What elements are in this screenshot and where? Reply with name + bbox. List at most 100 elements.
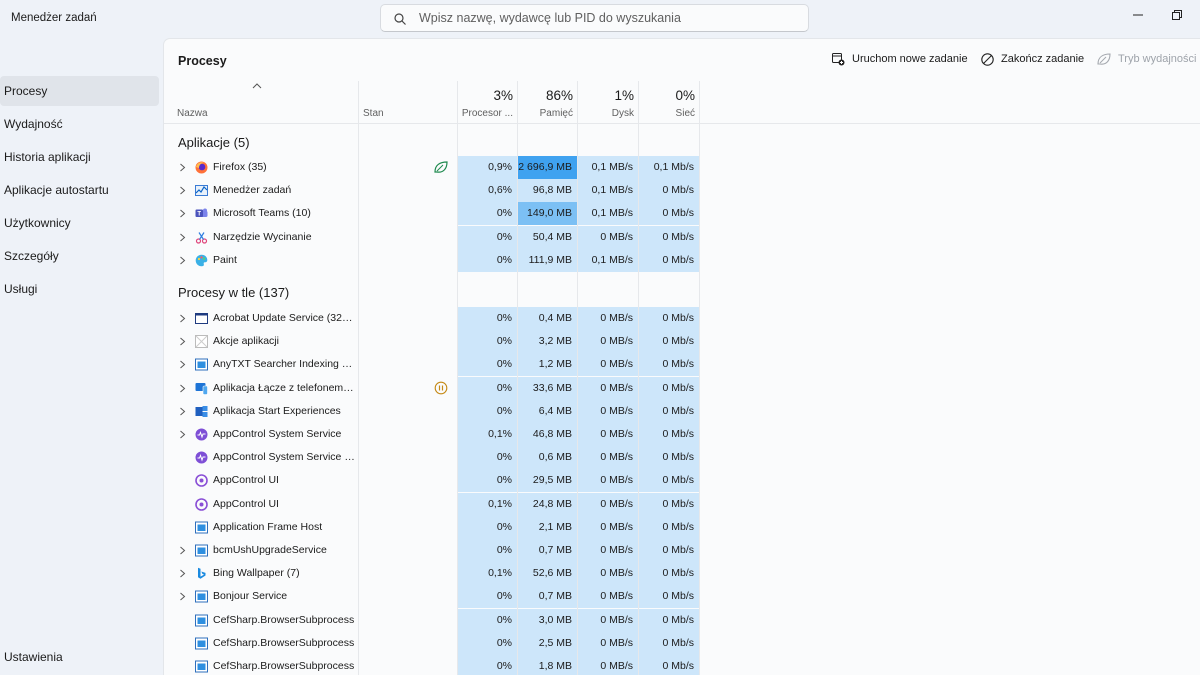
network-cell: 0 Mb/s	[639, 202, 700, 226]
table-row[interactable]: AppControl UI 0% 29,5 MB 0 MB/s 0 Mb/s	[164, 469, 700, 493]
table-row[interactable]: Bonjour Service 0% 0,7 MB 0 MB/s 0 Mb/s	[164, 585, 700, 609]
memory-cell: 111,9 MB	[518, 248, 578, 272]
appcontrol-ui-icon	[195, 497, 208, 511]
network-cell: 0 Mb/s	[639, 179, 700, 203]
disk-cell: 0 MB/s	[578, 423, 639, 446]
chevron-right-icon[interactable]	[179, 337, 186, 346]
table-row[interactable]: Akcje aplikacji 0% 3,2 MB 0 MB/s 0 Mb/s	[164, 330, 700, 354]
chevron-right-icon[interactable]	[179, 233, 186, 242]
table-row[interactable]: Application Frame Host 0% 2,1 MB 0 MB/s 0 Mb…	[164, 515, 700, 539]
sidebar-item-startup-apps[interactable]: Aplikacje autostartu	[0, 175, 159, 205]
cpu-cell: 0%	[458, 631, 518, 655]
process-name: AppControl System Service	[213, 428, 342, 440]
table-row[interactable]: Acrobat Update Service (32-bi... 0% 0,4 MB…	[164, 307, 700, 330]
memory-cell: 6,4 MB	[518, 399, 578, 423]
chevron-right-icon[interactable]	[179, 546, 186, 555]
memory-cell: 96,8 MB	[518, 179, 578, 203]
col-header-network[interactable]: Sieć	[639, 108, 695, 119]
memory-cell: 33,6 MB	[518, 376, 578, 400]
table-row[interactable]: AnyTXT Searcher Indexing Ser... 0% 1,2 MB 0…	[164, 353, 700, 377]
col-header-status[interactable]: Stan	[363, 108, 384, 119]
memory-cell: 2,5 MB	[518, 631, 578, 655]
disk-cell: 0 MB/s	[578, 515, 639, 539]
process-name: CefSharp.BrowserSubprocess	[213, 613, 355, 626]
search-input[interactable]	[419, 9, 799, 27]
sidebar-item-services[interactable]: Usługi	[0, 274, 159, 304]
table-row[interactable]: CefSharp.BrowserSubprocess 0% 3,0 MB 0 MB/s…	[164, 608, 700, 632]
process-name: AppControl System Service He...	[213, 451, 355, 464]
sidebar-item-app-history[interactable]: Historia aplikacji	[0, 142, 159, 172]
col-header-memory[interactable]: Pamięć	[518, 108, 573, 119]
table-row[interactable]: Menedżer zadań 0,6% 96,8 MB 0,1 MB/s 0 Mb/s	[164, 179, 700, 203]
disk-cell: 0 MB/s	[578, 307, 639, 330]
sidebar-item-performance[interactable]: Wydajność	[0, 109, 159, 139]
sort-ascending-icon[interactable]	[252, 82, 262, 90]
table-row[interactable]: bcmUshUpgradeService 0% 0,7 MB 0 MB/s 0 Mb/s	[164, 539, 700, 562]
table-row[interactable]: Bing Wallpaper (7) 0,1% 52,6 MB 0 MB/s 0 Mb/…	[164, 562, 700, 586]
group-header-apps[interactable]: Aplikacje (5)	[178, 135, 250, 150]
table-row[interactable]: CefSharp.BrowserSubprocess 0% 2,5 MB 0 MB/s…	[164, 631, 700, 655]
network-cell: 0,1 Mb/s	[639, 156, 700, 179]
memory-cell: 0,7 MB	[518, 585, 578, 609]
network-cell: 0 Mb/s	[639, 585, 700, 609]
memory-cell: 0,4 MB	[518, 307, 578, 330]
network-cell: 0 Mb/s	[639, 492, 700, 516]
column-separator	[577, 81, 578, 675]
group-header-background[interactable]: Procesy w tle (137)	[178, 285, 289, 300]
network-cell: 0 Mb/s	[639, 469, 700, 493]
col-header-disk[interactable]: Dysk	[578, 108, 634, 119]
table-row[interactable]: Paint 0% 111,9 MB 0,1 MB/s 0 Mb/s	[164, 248, 700, 272]
chevron-right-icon[interactable]	[179, 384, 186, 393]
table-row[interactable]: AppControl System Service He... 0% 0,6 MB 0…	[164, 446, 700, 470]
chevron-right-icon[interactable]	[179, 314, 186, 323]
table-row[interactable]: Aplikacja Łącze z telefonem (2) 0% 33,6 MB…	[164, 376, 700, 400]
chevron-right-icon[interactable]	[179, 256, 186, 265]
chevron-right-icon[interactable]	[179, 186, 186, 195]
snipping-tool-icon	[195, 231, 208, 244]
end-task-button[interactable]: Zakończ zadanie	[981, 51, 1084, 67]
network-cell: 0 Mb/s	[639, 515, 700, 539]
col-header-name[interactable]: Nazwa	[177, 108, 208, 119]
sidebar-item-settings[interactable]: Ustawienia	[0, 642, 159, 672]
table-row[interactable]: Aplikacja Start Experiences 0% 6,4 MB 0 MB/…	[164, 399, 700, 423]
sidebar-item-users[interactable]: Użytkownicy	[0, 208, 159, 238]
col-header-cpu[interactable]: Procesor ...	[458, 108, 513, 119]
efficiency-mode-button[interactable]: Tryb wydajności	[1097, 51, 1196, 67]
cpu-cell: 0%	[458, 376, 518, 400]
chevron-right-icon[interactable]	[179, 360, 186, 369]
process-name: Menedżer zadań	[213, 184, 292, 197]
search-box[interactable]	[380, 4, 809, 32]
cpu-cell: 0%	[458, 330, 518, 354]
process-name: Aplikacja Łącze z telefonem (2)	[213, 381, 355, 394]
disk-cell: 0 MB/s	[578, 562, 639, 586]
cpu-cell: 0%	[458, 353, 518, 377]
service-icon	[195, 544, 208, 557]
page-title: Procesy	[178, 54, 227, 68]
table-row[interactable]: Firefox (35) 0,9% 2 696,9 MB 0,1 MB/s 0,1 Mb…	[164, 156, 700, 179]
chevron-right-icon[interactable]	[179, 592, 186, 601]
network-cell: 0 Mb/s	[639, 446, 700, 470]
chevron-right-icon[interactable]	[179, 407, 186, 416]
chevron-right-icon[interactable]	[179, 569, 186, 578]
process-name: Aplikacja Start Experiences	[213, 404, 341, 417]
column-separator	[457, 81, 458, 675]
sidebar-item-details[interactable]: Szczegóły	[0, 241, 159, 271]
disk-cell: 0 MB/s	[578, 492, 639, 516]
process-name: Application Frame Host	[213, 520, 323, 533]
sidebar-item-processes[interactable]: Procesy	[0, 76, 159, 106]
table-row[interactable]: CefSharp.BrowserSubprocess 0% 1,8 MB 0 MB/s…	[164, 655, 700, 675]
maximize-button[interactable]	[1154, 0, 1200, 30]
table-row[interactable]: AppControl UI 0,1% 24,8 MB 0 MB/s 0 Mb/s	[164, 492, 700, 516]
chevron-right-icon[interactable]	[179, 209, 186, 218]
table-row[interactable]: Narzędzie Wycinanie 0% 50,4 MB 0 MB/s 0 Mb/s	[164, 225, 700, 249]
cpu-cell: 0,9%	[458, 156, 518, 179]
network-cell: 0 Mb/s	[639, 631, 700, 655]
cpu-total: 3%	[493, 88, 513, 103]
run-new-task-button[interactable]: Uruchom nowe zadanie	[832, 51, 968, 67]
table-row[interactable]: AppControl System Service 0,1% 46,8 MB 0 MB…	[164, 423, 700, 446]
chevron-right-icon[interactable]	[179, 163, 186, 172]
table-row[interactable]: T Microsoft Teams (10) 0% 149,0 MB 0,1 MB/s 0…	[164, 202, 700, 226]
end-task-label: Zakończ zadanie	[1001, 53, 1085, 65]
chevron-right-icon[interactable]	[179, 430, 186, 439]
cpu-cell: 0,1%	[458, 492, 518, 516]
